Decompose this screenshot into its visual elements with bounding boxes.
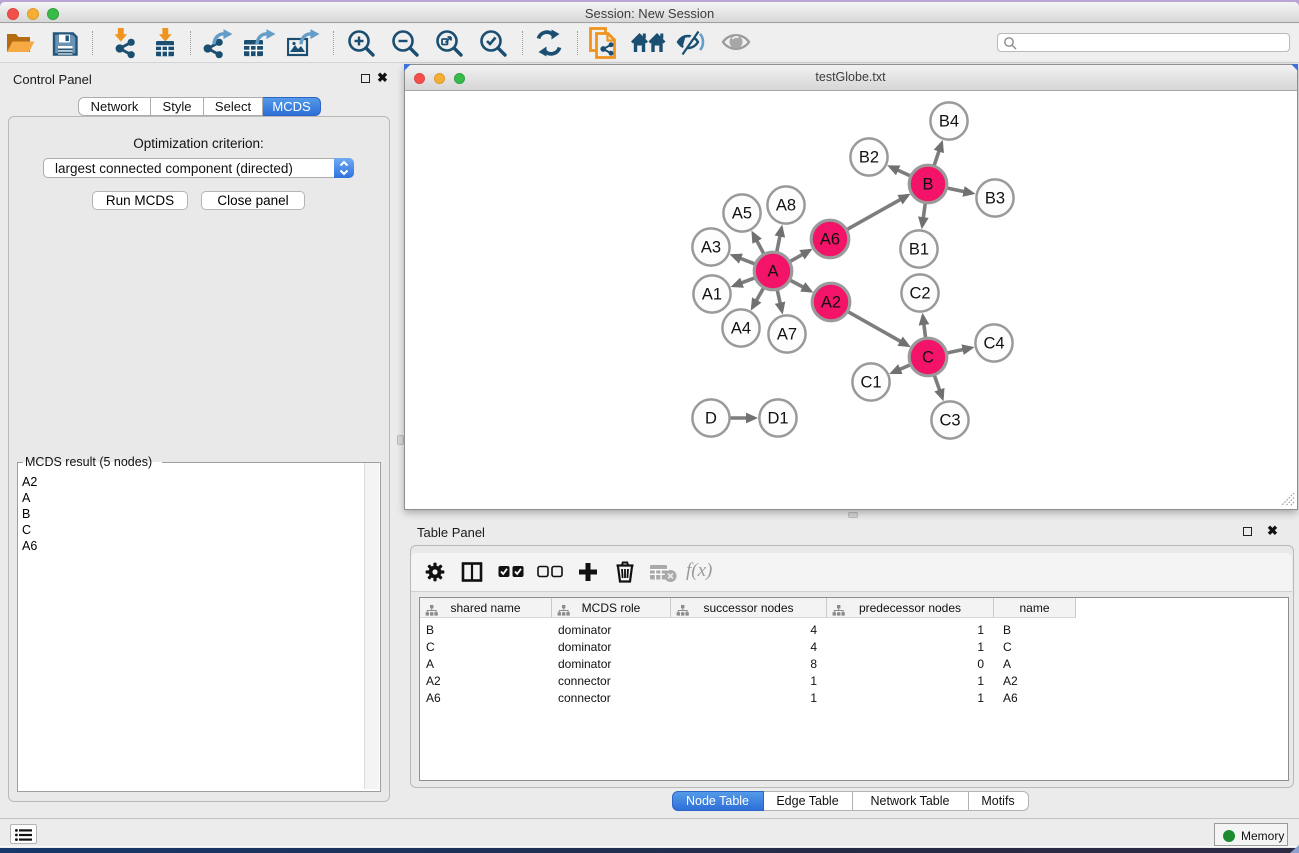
svg-text:D1: D1	[767, 410, 788, 428]
svg-text:B1: B1	[908, 241, 928, 259]
svg-text:B: B	[922, 176, 933, 194]
svg-text:D: D	[705, 410, 717, 428]
svg-text:B3: B3	[984, 190, 1004, 208]
svg-text:A4: A4	[730, 320, 750, 338]
svg-text:A: A	[767, 263, 778, 281]
svg-text:C2: C2	[909, 285, 930, 303]
svg-text:B4: B4	[938, 113, 958, 131]
svg-text:A7: A7	[776, 326, 796, 344]
svg-text:A3: A3	[700, 239, 720, 257]
svg-text:A5: A5	[731, 205, 751, 223]
svg-text:C: C	[922, 349, 934, 367]
svg-text:C3: C3	[939, 412, 960, 430]
svg-text:B2: B2	[858, 149, 878, 167]
svg-text:C4: C4	[983, 335, 1004, 353]
svg-text:A8: A8	[775, 197, 795, 215]
svg-text:A6: A6	[819, 231, 839, 249]
svg-text:A2: A2	[820, 294, 840, 312]
svg-text:C1: C1	[860, 374, 881, 392]
svg-text:A1: A1	[701, 286, 721, 304]
